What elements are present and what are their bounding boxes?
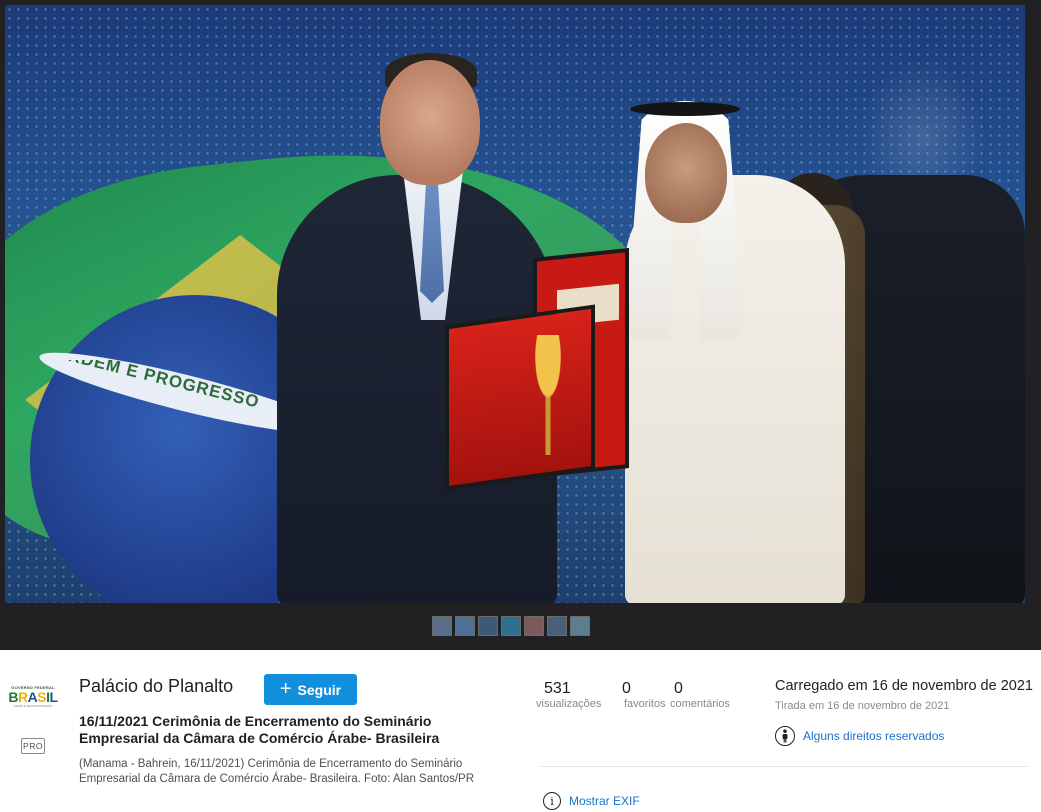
avatar-line-3: UNIÃO E RECONSTRUÇÃO <box>13 703 53 708</box>
thumbnail-2[interactable] <box>455 616 475 636</box>
owner-name[interactable]: Palácio do Planalto <box>79 676 233 697</box>
avatar-brand: BRASIL <box>8 688 58 705</box>
divider <box>540 766 1028 767</box>
owner-avatar[interactable]: GOVERNO FEDERAL BRASIL UNIÃO E RECONSTRU… <box>8 680 58 712</box>
follow-label: Seguir <box>297 681 342 698</box>
thumbnail-3[interactable] <box>478 616 498 636</box>
photo-stats: 531 visualizações 0 favoritos 0 comentár… <box>536 680 730 711</box>
views-label: visualizações <box>536 698 602 710</box>
comments-label: comentários <box>670 698 730 710</box>
pro-badge: PRO <box>21 738 45 754</box>
photo-title: 16/11/2021 Cerimônia de Encerramento do … <box>79 713 440 746</box>
info-icon: i <box>543 792 561 810</box>
thumbnail-1[interactable] <box>432 616 452 636</box>
show-exif-link[interactable]: i Mostrar EXIF <box>543 792 640 810</box>
thumbnail-5[interactable] <box>524 616 544 636</box>
thumbnail-7[interactable] <box>570 616 590 636</box>
plus-icon: + <box>279 677 292 700</box>
faves-count: 0 <box>622 680 631 697</box>
stat-comments: 0 comentários <box>670 680 730 711</box>
thumbnail-6[interactable] <box>547 616 567 636</box>
license-link[interactable]: Alguns direitos reservados <box>775 726 944 746</box>
thumbnail-strip <box>432 616 590 636</box>
photo-stage: ORDEM E PROGRESSO <box>0 0 1041 650</box>
thumbnail-4[interactable] <box>501 616 521 636</box>
photo-description: (Manama - Bahrein, 16/11/2021) Cerimônia… <box>79 758 475 785</box>
faves-label: favoritos <box>624 698 666 710</box>
views-count: 531 <box>544 680 571 697</box>
uploaded-date: Carregado em 16 de novembro de 2021 <box>775 678 1033 694</box>
taken-date: Tirada em 16 de novembro de 2021 <box>775 700 950 712</box>
stat-views: 531 visualizações <box>536 680 624 711</box>
svg-text:ORDEM E PROGRESSO: ORDEM E PROGRESSO <box>53 360 262 412</box>
photo-info-panel: GOVERNO FEDERAL BRASIL UNIÃO E RECONSTRU… <box>0 650 1041 812</box>
stat-faves: 0 favoritos <box>622 680 670 711</box>
license-text: Alguns direitos reservados <box>803 729 945 743</box>
follow-button[interactable]: + Seguir <box>264 674 357 705</box>
comments-count: 0 <box>674 680 683 697</box>
person-icon <box>775 726 795 746</box>
exif-text: Mostrar EXIF <box>569 794 640 808</box>
main-photo[interactable]: ORDEM E PROGRESSO <box>5 5 1025 603</box>
